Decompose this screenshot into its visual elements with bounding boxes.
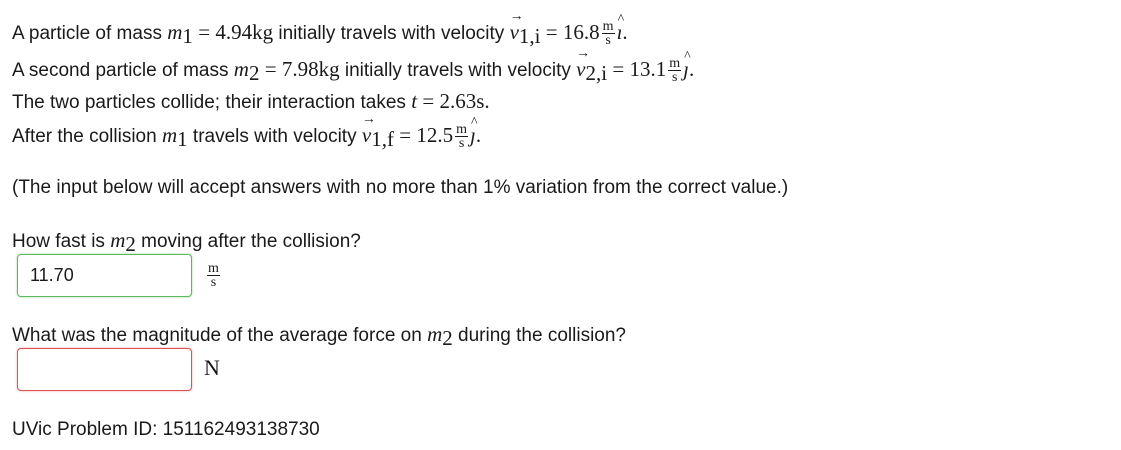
mass-subscript: 2 [442,326,453,350]
problem-line-2: A second particle of mass m2 = 7.98kg in… [12,42,694,86]
equals-sign: = [264,57,277,81]
question-2-text-a: What was the magnitude of the average fo… [12,325,422,346]
question-1-text-b: moving after the collision? [141,231,361,252]
velocity-vector-symbol: v [362,108,377,147]
line1-text-b: initially travels with velocity [278,23,505,44]
question-2-text-b: during the collision? [458,325,626,346]
mass-subscript: 1 [182,24,193,48]
tolerance-note: (The input below will accept answers wit… [12,177,789,198]
unit-vector-j: ȷ [683,45,690,81]
velocity-value: 12.5 [416,123,454,147]
velocity-unit: ms [668,56,682,86]
speed-answer-input[interactable] [17,254,192,297]
velocity-unit: ms [455,122,468,152]
question-1-text-a: How fast is [12,231,105,252]
unit-vector-j: ȷ [470,111,477,147]
problem-id: UVic Problem ID: 151162493138730 [12,419,320,440]
line4-text-b: travels with velocity [192,126,357,147]
mass-symbol: m [110,228,126,252]
line1-text-a: A particle of mass [12,23,162,44]
equals-sign: = [545,20,558,44]
line4-text-a: After the collision [12,126,157,147]
problem-line-1: A particle of mass m1 = 4.94kg initially… [12,5,628,49]
line2-text-b: initially travels with velocity [344,60,571,81]
mass-value: 7.98kg [281,57,340,81]
velocity-unit: ms [601,19,615,49]
unit-numerator: m [668,56,682,72]
question-1: How fast is m2 moving after the collisio… [12,228,361,256]
equals-sign: = [399,123,412,147]
equals-sign: = [612,57,625,81]
speed-answer-unit: m s [207,261,220,290]
velocity-vector-symbol: v [576,42,591,81]
time-value: 2.63s. [439,89,490,113]
unit-denominator: s [210,275,217,290]
equals-sign: = [198,20,211,44]
mass-symbol: m [427,322,443,346]
unit-denominator: s [671,70,678,86]
problem-line-4: After the collision m1 travels with velo… [12,108,481,152]
line3-text-a: The two particles collide; their interac… [12,92,406,113]
mass-symbol: m [167,20,183,44]
mass-subscript: 2 [125,232,136,256]
force-answer-input[interactable] [17,348,192,391]
mass-subscript: 1 [177,127,188,151]
question-2: What was the magnitude of the average fo… [12,322,626,350]
unit-numerator: m [207,261,220,276]
unit-denominator: s [605,33,611,49]
problem-line-3: The two particles collide; their interac… [12,89,490,115]
line2-text-a: A second particle of mass [12,60,229,81]
mass-subscript: 2 [248,61,260,85]
force-answer-unit: N [204,355,220,380]
mass-value: 4.94kg [215,20,274,44]
unit-numerator: m [601,19,615,35]
equals-sign: = [422,89,435,113]
unit-vector-i: ı [617,8,624,44]
unit-numerator: m [455,122,468,138]
time-symbol: t [411,89,418,113]
velocity-value: 13.1 [629,57,667,81]
velocity-value: 16.8 [562,20,600,44]
unit-denominator: s [458,136,465,152]
mass-symbol: m [161,123,178,147]
velocity-vector-symbol: v [510,5,525,44]
mass-symbol: m [233,57,249,81]
